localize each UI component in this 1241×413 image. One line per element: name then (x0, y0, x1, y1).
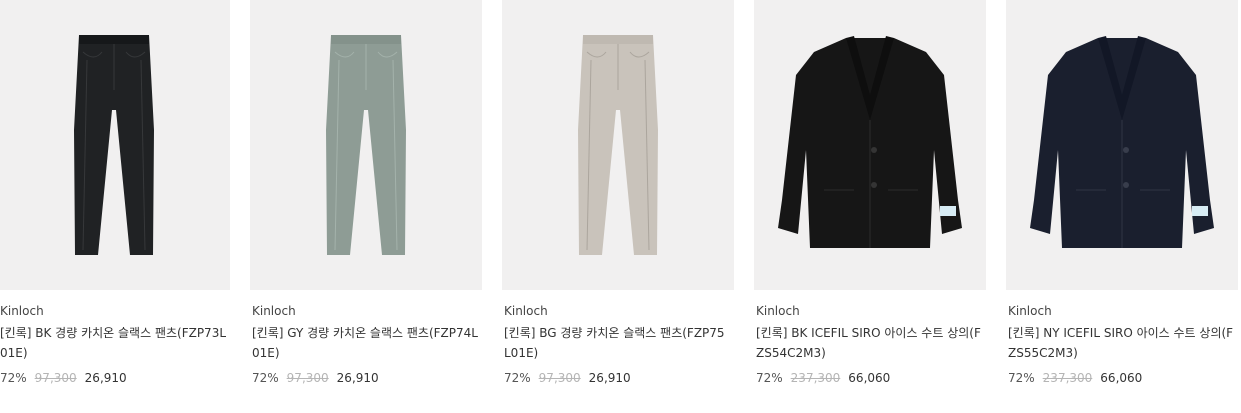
product-brand[interactable]: Kinloch (252, 304, 482, 318)
product-card[interactable]: Kinloch [킨록] BK 경량 카치온 슬랙스 팬츠(FZP73L01E)… (0, 0, 230, 386)
product-grid: Kinloch [킨록] BK 경량 카치온 슬랙스 팬츠(FZP73L01E)… (0, 0, 1238, 386)
jacket-icon (778, 36, 962, 248)
discount-rate: 72% (504, 371, 531, 385)
product-image[interactable] (754, 0, 986, 290)
original-price: 97,300 (538, 371, 581, 385)
price-row: 72% 97,300 26,910 (504, 370, 734, 386)
product-card[interactable]: Kinloch [킨록] BG 경량 카치온 슬랙스 팬츠(FZP75L01E)… (502, 0, 734, 386)
original-price: 97,300 (286, 371, 329, 385)
pants-icon (326, 35, 406, 255)
product-brand[interactable]: Kinloch (504, 304, 734, 318)
sale-price: 66,060 (1100, 371, 1143, 385)
price-row: 72% 97,300 26,910 (0, 370, 230, 386)
product-brand[interactable]: Kinloch (756, 304, 986, 318)
sale-price: 26,910 (588, 371, 631, 385)
sale-price: 26,910 (336, 371, 379, 385)
price-row: 72% 237,300 66,060 (1008, 370, 1238, 386)
product-image[interactable] (1006, 0, 1238, 290)
original-price: 97,300 (34, 371, 77, 385)
product-card[interactable]: Kinloch [킨록] NY ICEFIL SIRO 아이스 수트 상의(FZ… (1006, 0, 1238, 386)
price-row: 72% 237,300 66,060 (756, 370, 986, 386)
product-image[interactable] (0, 0, 230, 290)
product-card[interactable]: Kinloch [킨록] GY 경량 카치온 슬랙스 팬츠(FZP74L01E)… (250, 0, 482, 386)
price-row: 72% 97,300 26,910 (252, 370, 482, 386)
product-name[interactable]: [킨록] GY 경량 카치온 슬랙스 팬츠(FZP74L01E) (252, 323, 482, 363)
product-image[interactable] (502, 0, 734, 290)
original-price: 237,300 (790, 371, 841, 385)
pants-icon (74, 35, 154, 255)
product-brand[interactable]: Kinloch (0, 304, 230, 318)
product-brand[interactable]: Kinloch (1008, 304, 1238, 318)
discount-rate: 72% (1008, 371, 1035, 385)
product-name[interactable]: [킨록] BK ICEFIL SIRO 아이스 수트 상의(FZS54C2M3) (756, 323, 986, 363)
jacket-icon (1030, 36, 1214, 248)
sale-price: 26,910 (84, 371, 127, 385)
discount-rate: 72% (252, 371, 279, 385)
product-image[interactable] (250, 0, 482, 290)
sale-price: 66,060 (848, 371, 891, 385)
product-name[interactable]: [킨록] NY ICEFIL SIRO 아이스 수트 상의(FZS55C2M3) (1008, 323, 1238, 363)
discount-rate: 72% (0, 371, 27, 385)
pants-icon (578, 35, 658, 255)
product-card[interactable]: Kinloch [킨록] BK ICEFIL SIRO 아이스 수트 상의(FZ… (754, 0, 986, 386)
discount-rate: 72% (756, 371, 783, 385)
product-name[interactable]: [킨록] BG 경량 카치온 슬랙스 팬츠(FZP75L01E) (504, 323, 734, 363)
product-name[interactable]: [킨록] BK 경량 카치온 슬랙스 팬츠(FZP73L01E) (0, 323, 230, 363)
original-price: 237,300 (1042, 371, 1093, 385)
